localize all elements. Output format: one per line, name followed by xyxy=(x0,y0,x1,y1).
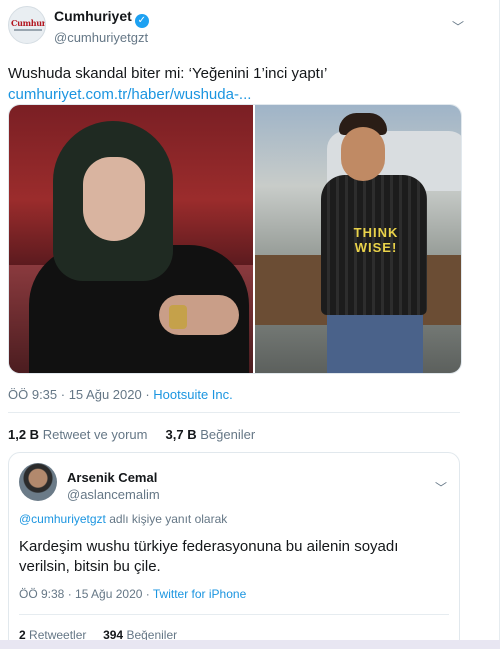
reply-source-link[interactable]: Twitter for iPhone xyxy=(153,587,246,601)
photo-shirt-print: THINK WISE! xyxy=(353,225,399,255)
author-name[interactable]: Cumhuriyet xyxy=(54,8,132,24)
like-count: 3,7 B xyxy=(165,427,197,442)
retweet-stat[interactable]: 1,2 B Retweet ve yorum xyxy=(8,427,147,442)
like-stat[interactable]: 3,7 B Beğeniler xyxy=(166,427,256,442)
reply-text: Kardeşim wushu türkiye federasyonuna bu … xyxy=(19,538,399,575)
reply-author-block: Arsenik Cemal @aslancemalim xyxy=(67,470,160,502)
reply-author-name[interactable]: Arsenik Cemal xyxy=(67,470,160,485)
photo-figure-watch xyxy=(169,305,187,329)
tweet-stats: 1,2 B Retweet ve yorum 3,7 B Beğeniler xyxy=(8,427,255,442)
reply-meta: ÖÖ 9:38 · 15 Ağu 2020 · Twitter for iPho… xyxy=(19,587,246,601)
author-avatar[interactable]: Cumhuriyet xyxy=(8,6,46,44)
verified-badge-icon: ✓ xyxy=(134,14,149,28)
tweet-meta: ÖÖ 9:35 · 15 Ağu 2020 · Hootsuite Inc. xyxy=(8,387,233,402)
author-block: Cumhuriyet ✓ @cumhuriyetgzt xyxy=(54,8,149,45)
retweet-label: Retweet ve yorum xyxy=(42,427,148,442)
replying-to-mention[interactable]: @cumhuriyetgzt xyxy=(19,512,106,526)
reply-author-avatar[interactable] xyxy=(19,463,57,501)
reply-timestamp[interactable]: ÖÖ 9:38 · 15 Ağu 2020 · xyxy=(19,587,153,601)
tweet-source-link[interactable]: Hootsuite Inc. xyxy=(153,387,233,402)
photo-woman[interactable] xyxy=(9,105,253,373)
replying-to: @cumhuriyetgzt adlı kişiye yanıt olarak xyxy=(19,512,227,526)
tweet-header: Cumhuriyet Cumhuriyet✓ @cumhuriyetgzt ﹀ xyxy=(8,6,488,52)
like-label: Beğeniler xyxy=(200,427,256,442)
photo-figure-head xyxy=(341,127,385,181)
reply-menu-chevron-down-icon[interactable]: ﹀ xyxy=(435,479,447,496)
tweet-link[interactable]: cumhuriyet.com.tr/haber/wushuda-... xyxy=(8,84,251,105)
tweet-media[interactable]: THINK WISE! xyxy=(8,104,462,374)
replying-to-suffix: adlı kişiye yanıt olarak xyxy=(105,512,228,526)
reply-author-handle[interactable]: @aslancemalim xyxy=(67,487,160,502)
divider xyxy=(19,614,449,615)
reply-tweet[interactable]: Arsenik Cemal @aslancemalim ﹀ @cumhuriye… xyxy=(8,452,460,649)
bottom-edge-bar xyxy=(0,640,500,649)
author-handle[interactable]: @cumhuriyetgzt xyxy=(54,30,149,45)
photo-figure-face xyxy=(83,157,145,241)
avatar-logo-underline xyxy=(14,29,42,31)
photo-figure-jeans xyxy=(327,311,423,373)
tweet-timestamp[interactable]: ÖÖ 9:35 · 15 Ağu 2020 · xyxy=(8,387,153,402)
tweet-page: Cumhuriyet Cumhuriyet✓ @cumhuriyetgzt ﹀ … xyxy=(0,0,500,649)
avatar-logo: Cumhuriyet xyxy=(11,18,46,28)
retweet-count: 1,2 B xyxy=(8,427,40,442)
photo-young-man[interactable]: THINK WISE! xyxy=(255,105,461,373)
tweet-menu-chevron-down-icon[interactable]: ﹀ xyxy=(450,18,466,34)
divider xyxy=(8,412,460,413)
tweet-text: Wushuda skandal biter mi: ‘Yeğenini 1’in… xyxy=(8,65,328,82)
